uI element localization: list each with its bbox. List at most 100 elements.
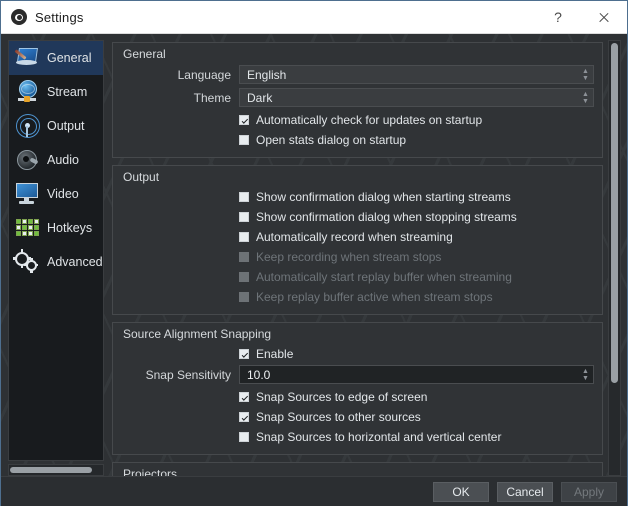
checkbox-box (239, 291, 249, 302)
obs-logo-icon (11, 9, 27, 25)
keyboard-icon (13, 215, 41, 241)
checkbox-label: Snap Sources to edge of screen (256, 389, 428, 404)
language-select[interactable]: English ▲ ▼ (239, 65, 594, 84)
checkbox-box (239, 251, 249, 262)
broadcast-icon (13, 113, 41, 139)
checkbox-open-stats[interactable]: Open stats dialog on startup (121, 130, 594, 149)
checkbox-label: Enable (256, 346, 294, 361)
sidebar-item-audio[interactable]: Audio (9, 143, 103, 177)
group-title: General (123, 47, 166, 61)
close-button[interactable] (581, 1, 627, 33)
sidebar-item-label: Advanced (47, 255, 103, 269)
settings-category-list[interactable]: General Stream Output Audio Video Hotkey… (8, 40, 104, 461)
checkbox-label: Open stats dialog on startup (256, 132, 407, 147)
title-bar: Settings ? (1, 1, 627, 34)
apply-button: Apply (561, 481, 617, 502)
checkbox-box[interactable] (239, 134, 249, 145)
speaker-icon (13, 147, 41, 173)
sidebar-item-label: Video (47, 187, 79, 201)
snap-sensitivity-input[interactable]: 10.0 ▲ ▼ (239, 365, 594, 384)
checkbox-label: Keep recording when stream stops (256, 249, 442, 264)
settings-window: Settings ? General Stream Output Audio V… (0, 0, 628, 506)
checkbox-keep-recording: Keep recording when stream stops (121, 247, 594, 266)
sidebar-item-video[interactable]: Video (9, 177, 103, 211)
checkbox-confirm-stop-stream[interactable]: Show confirmation dialog when stopping s… (121, 207, 594, 226)
content-vertical-scrollbar[interactable] (608, 40, 621, 476)
theme-select[interactable]: Dark ▲ ▼ (239, 88, 594, 107)
scrollbar-thumb[interactable] (10, 467, 92, 473)
checkbox-box[interactable] (239, 348, 249, 359)
scrollbar-thumb[interactable] (611, 43, 618, 383)
sidebar-item-hotkeys[interactable]: Hotkeys (9, 211, 103, 245)
language-label: Language (177, 67, 231, 82)
checkbox-label: Snap Sources to other sources (256, 409, 421, 424)
checkbox-label: Keep replay buffer active when stream st… (256, 289, 493, 304)
checkbox-keep-replay-buffer: Keep replay buffer active when stream st… (121, 287, 594, 306)
checkbox-confirm-start-stream[interactable]: Show confirmation dialog when starting s… (121, 187, 594, 206)
checkbox-auto-update[interactable]: Automatically check for updates on start… (121, 110, 594, 129)
checkbox-box[interactable] (239, 231, 249, 242)
sidebar-item-label: Hotkeys (47, 221, 93, 235)
language-value: English (247, 67, 287, 82)
checkbox-snapping-enable[interactable]: Enable (121, 344, 594, 363)
sidebar-item-label: Stream (47, 85, 88, 99)
sidebar-item-output[interactable]: Output (9, 109, 103, 143)
close-icon (598, 11, 610, 23)
sidebar-item-label: Audio (47, 153, 79, 167)
group-output: Output Show confirmation dialog when sta… (112, 165, 603, 315)
checkbox-box[interactable] (239, 431, 249, 442)
checkbox-label: Snap Sources to horizontal and vertical … (256, 429, 502, 444)
snap-sensitivity-label: Snap Sensitivity (145, 367, 231, 382)
group-title: Projectors (123, 467, 178, 476)
globe-icon (13, 79, 41, 105)
display-icon (13, 181, 41, 207)
snap-sensitivity-row: Snap Sensitivity 10.0 ▲ ▼ (121, 364, 594, 385)
checkbox-box[interactable] (239, 191, 249, 202)
checkbox-snap-center[interactable]: Snap Sources to horizontal and vertical … (121, 427, 594, 446)
checkbox-auto-replay-buffer: Automatically start replay buffer when s… (121, 267, 594, 286)
checkbox-label: Show confirmation dialog when stopping s… (256, 209, 517, 224)
checkbox-box[interactable] (239, 411, 249, 422)
snap-sensitivity-value: 10.0 (247, 367, 271, 382)
theme-label: Theme (193, 90, 231, 105)
checkbox-label: Automatically record when streaming (256, 229, 453, 244)
checkbox-label: Show confirmation dialog when starting s… (256, 189, 511, 204)
settings-content: General Language English ▲ ▼ Theme Dark ▲… (110, 40, 621, 476)
sidebar-item-label: Output (47, 119, 85, 133)
titlebar-buttons: ? (535, 1, 627, 33)
language-row: Language English ▲ ▼ (121, 64, 594, 85)
checkbox-box[interactable] (239, 391, 249, 402)
help-button[interactable]: ? (535, 1, 581, 33)
dialog-body: General Stream Output Audio Video Hotkey… (1, 34, 627, 476)
cancel-button[interactable]: Cancel (497, 481, 553, 502)
group-source-alignment-snapping: Source Alignment Snapping Enable Snap Se… (112, 322, 603, 455)
chevron-updown-icon[interactable]: ▲ ▼ (579, 367, 592, 382)
theme-row: Theme Dark ▲ ▼ (121, 87, 594, 108)
group-general: General Language English ▲ ▼ Theme Dark ▲… (112, 42, 603, 158)
chevron-updown-icon[interactable]: ▲ ▼ (579, 67, 592, 82)
sidebar-item-general[interactable]: General (9, 41, 103, 75)
gears-icon (13, 249, 41, 275)
checkbox-box[interactable] (239, 211, 249, 222)
checkbox-auto-record[interactable]: Automatically record when streaming (121, 227, 594, 246)
dialog-footer: OK Cancel Apply (1, 476, 627, 506)
sidebar-item-stream[interactable]: Stream (9, 75, 103, 109)
window-title: Settings (35, 9, 84, 25)
checkbox-snap-other-sources[interactable]: Snap Sources to other sources (121, 407, 594, 426)
checkbox-label: Automatically start replay buffer when s… (256, 269, 512, 284)
sidebar-horizontal-scrollbar[interactable] (8, 464, 104, 476)
checkbox-label: Automatically check for updates on start… (256, 112, 483, 127)
group-projectors: Projectors Hide cursor over projectors M… (112, 462, 603, 476)
group-title: Source Alignment Snapping (123, 327, 272, 341)
monitor-pen-icon (13, 45, 41, 71)
chevron-updown-icon[interactable]: ▲ ▼ (579, 90, 592, 105)
settings-scroll-area: General Language English ▲ ▼ Theme Dark ▲… (110, 40, 607, 476)
sidebar-item-label: General (47, 51, 92, 65)
checkbox-box[interactable] (239, 114, 249, 125)
sidebar-wrapper: General Stream Output Audio Video Hotkey… (8, 40, 104, 476)
checkbox-snap-edge-of-screen[interactable]: Snap Sources to edge of screen (121, 387, 594, 406)
group-title: Output (123, 170, 160, 184)
ok-button[interactable]: OK (433, 481, 489, 502)
sidebar-item-advanced[interactable]: Advanced (9, 245, 103, 279)
theme-value: Dark (247, 90, 273, 105)
